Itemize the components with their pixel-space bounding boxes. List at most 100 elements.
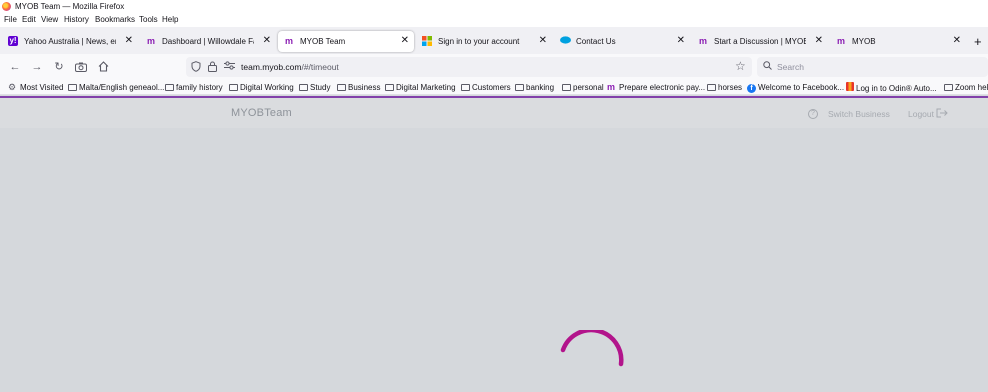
bookmark-label: Zoom help	[955, 83, 988, 92]
tab-label: MYOB	[852, 37, 876, 46]
folder-icon	[229, 84, 238, 91]
tab-start-discussion[interactable]: m Start a Discussion | MYOB Comm ✕	[692, 31, 828, 52]
page-content: MYOBTeam ? Switch Business Logout	[0, 96, 988, 392]
tab-sign-in[interactable]: Sign in to your account ✕	[416, 31, 552, 52]
bookmark-prepare-payments[interactable]: m Prepare electronic pay...	[607, 82, 705, 93]
bookmark-odin[interactable]: Log in to Odin® Auto...	[846, 82, 937, 93]
bookmark-folder-horses[interactable]: horses	[707, 82, 742, 93]
back-button[interactable]: ←	[8, 60, 22, 74]
menu-edit[interactable]: Edit	[22, 15, 36, 24]
bookmark-folder-family-history[interactable]: family history	[165, 82, 223, 93]
folder-icon	[165, 84, 174, 91]
bookmark-folder-customers[interactable]: Customers	[461, 82, 511, 93]
switch-business-link[interactable]: Switch Business	[828, 109, 890, 119]
menu-bar: File Edit View History Bookmarks Tools H…	[0, 13, 988, 27]
shield-icon[interactable]	[190, 61, 202, 73]
folder-icon	[944, 84, 953, 91]
home-button[interactable]	[96, 60, 110, 74]
tab-dashboard[interactable]: m Dashboard | Willowdale Farm | M ✕	[140, 31, 276, 52]
new-tab-button[interactable]: +	[974, 35, 982, 48]
bookmark-folder-malta[interactable]: Malta/English geneaol...	[68, 82, 164, 93]
bookmark-label: Business	[348, 83, 381, 92]
folder-icon	[461, 84, 470, 91]
tab-myob-team[interactable]: m MYOB Team ✕	[278, 31, 414, 52]
salesforce-icon	[560, 36, 571, 46]
logout-link[interactable]: Logout	[908, 109, 934, 119]
folder-icon	[707, 84, 716, 91]
bookmark-folder-personal[interactable]: personal	[562, 82, 604, 93]
menu-bookmarks[interactable]: Bookmarks	[95, 15, 135, 24]
tab-label: Yahoo Australia | News, email and	[24, 37, 116, 46]
myob-icon: m	[284, 36, 293, 46]
bookmark-folder-study[interactable]: Study	[299, 82, 330, 93]
bookmark-star-icon[interactable]: ☆	[735, 59, 746, 73]
bookmark-label: Customers	[472, 83, 511, 92]
tab-label: MYOB Team	[300, 37, 346, 46]
navigation-bar: ← → ↻ team.myob.com/#/timeout ☆ Search	[0, 54, 988, 80]
bookmark-label: Welcome to Facebook...	[758, 83, 845, 92]
window-title-bar: MYOB Team — Mozilla Firefox	[0, 0, 988, 13]
loading-spinner	[560, 330, 624, 367]
myob-icon: m	[698, 36, 707, 46]
close-icon[interactable]: ✕	[125, 35, 133, 47]
url-path: /#/timeout	[301, 62, 339, 72]
screenshot-button[interactable]	[74, 60, 88, 74]
search-icon	[763, 61, 772, 72]
url-bar[interactable]: team.myob.com/#/timeout ☆	[186, 57, 752, 77]
bookmark-folder-banking[interactable]: banking	[515, 82, 554, 93]
lock-icon[interactable]	[206, 61, 218, 73]
close-icon[interactable]: ✕	[539, 35, 547, 47]
myob-icon: m	[836, 36, 845, 46]
yahoo-icon: y!	[8, 36, 18, 46]
tab-contact-us[interactable]: Contact Us ✕	[554, 31, 690, 52]
menu-view[interactable]: View	[41, 15, 58, 24]
bookmark-facebook[interactable]: f Welcome to Facebook...	[747, 82, 844, 93]
reload-button[interactable]: ↻	[52, 60, 66, 74]
bookmark-label: family history	[176, 83, 223, 92]
folder-icon	[68, 84, 77, 91]
close-icon[interactable]: ✕	[263, 35, 271, 47]
close-icon[interactable]: ✕	[677, 35, 685, 47]
bookmark-folder-digital-marketing[interactable]: Digital Marketing	[385, 82, 456, 93]
tab-strip: y! Yahoo Australia | News, email and ✕ m…	[0, 27, 988, 54]
search-bar[interactable]: Search	[757, 57, 988, 77]
tab-yahoo[interactable]: y! Yahoo Australia | News, email and ✕	[2, 31, 138, 52]
tab-label: Dashboard | Willowdale Farm | M	[162, 37, 254, 46]
bookmark-folder-digital-working[interactable]: Digital Working	[229, 82, 294, 93]
bookmark-label: Most Visited	[20, 83, 64, 92]
bookmark-label: personal	[573, 83, 604, 92]
permissions-icon[interactable]	[223, 61, 235, 73]
forward-button[interactable]: →	[30, 60, 44, 74]
help-icon[interactable]: ?	[808, 109, 818, 119]
menu-history[interactable]: History	[64, 15, 89, 24]
bookmark-label: horses	[718, 83, 743, 92]
close-icon[interactable]: ✕	[815, 35, 823, 47]
myob-icon: m	[146, 36, 155, 46]
menu-file[interactable]: File	[4, 15, 17, 24]
url-text[interactable]: team.myob.com/#/timeout	[241, 62, 339, 72]
bookmark-label: Digital Working	[240, 83, 294, 92]
logout-icon[interactable]	[936, 108, 948, 121]
tab-myob[interactable]: m MYOB ✕	[830, 31, 966, 52]
menu-tools[interactable]: Tools	[139, 15, 158, 24]
menu-help[interactable]: Help	[162, 15, 178, 24]
myob-icon: m	[607, 82, 616, 92]
bookmark-label: Prepare electronic pay...	[619, 83, 706, 92]
url-domain: team.myob.com	[241, 62, 302, 72]
folder-icon	[299, 84, 308, 91]
folder-icon	[337, 84, 346, 91]
close-icon[interactable]: ✕	[953, 35, 961, 47]
app-header: MYOBTeam ? Switch Business Logout	[0, 98, 988, 128]
close-icon[interactable]: ✕	[401, 35, 409, 47]
bookmark-folder-zoom-help[interactable]: Zoom help	[944, 82, 988, 93]
microsoft-icon	[422, 36, 432, 46]
bookmark-label: Log in to Odin® Auto...	[856, 84, 937, 93]
window-title: MYOB Team — Mozilla Firefox	[15, 2, 125, 11]
folder-icon	[385, 84, 394, 91]
tab-label: Start a Discussion | MYOB Comm	[714, 37, 806, 46]
bookmark-folder-business[interactable]: Business	[337, 82, 380, 93]
gear-icon: ⚙	[8, 82, 17, 92]
bookmark-most-visited[interactable]: ⚙ Most Visited	[8, 82, 63, 93]
brand-logo[interactable]: MYOBTeam	[231, 107, 292, 119]
folder-icon	[562, 84, 571, 91]
